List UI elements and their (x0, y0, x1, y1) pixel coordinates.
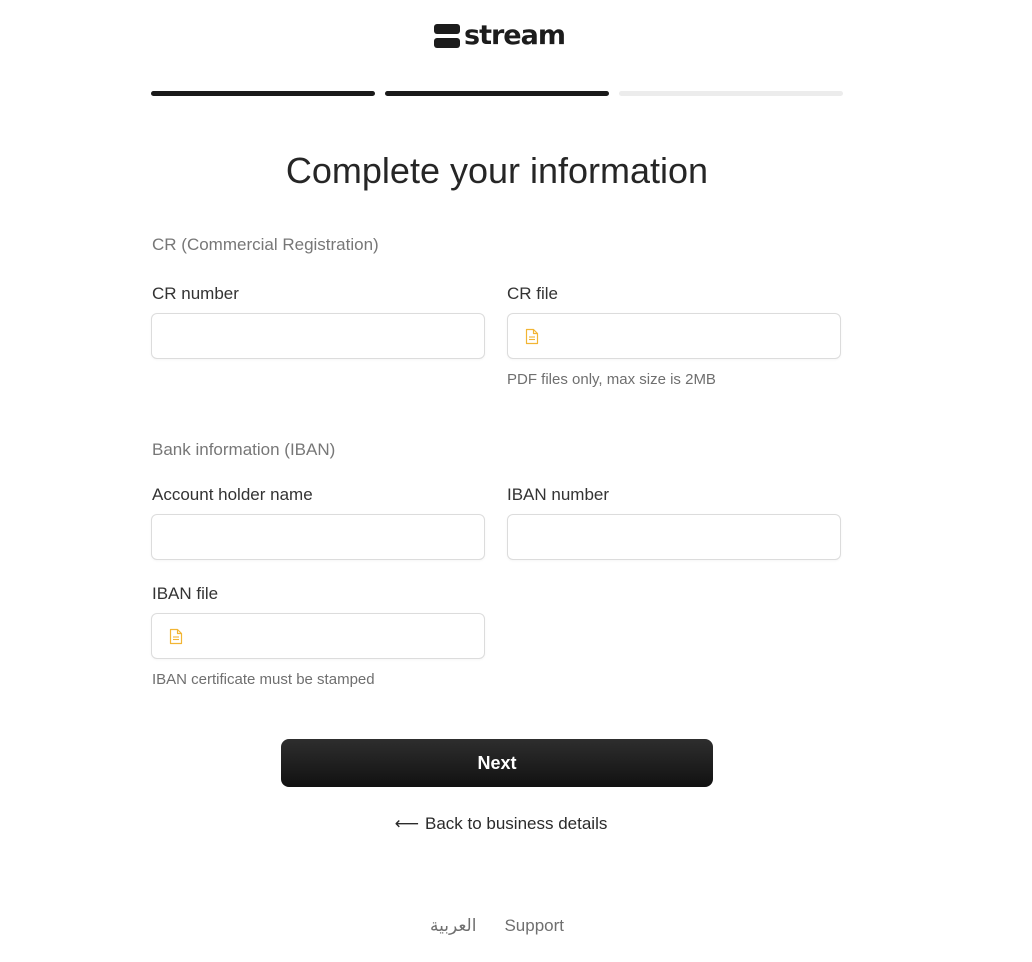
iban-number-label: IBAN number (507, 485, 610, 504)
iban-file-helper: IBAN certificate must be stamped (152, 671, 375, 688)
cr-number-label: CR number (152, 284, 239, 303)
document-icon (525, 328, 539, 344)
progress-step-3 (619, 91, 843, 96)
cr-section-heading: CR (Commercial Registration) (152, 235, 379, 254)
footer: العربية Support (0, 916, 994, 936)
cr-file-label: CR file (507, 284, 559, 303)
back-to-business-details-link[interactable]: ⟵ Back to business details (0, 814, 1002, 834)
step-progress (151, 91, 843, 96)
bank-section-heading: Bank information (IBAN) (152, 440, 336, 459)
cr-file-helper: PDF files only, max size is 2MB (507, 371, 716, 388)
stream-logo[interactable]: stream (434, 20, 566, 51)
iban-number-input[interactable] (507, 514, 841, 560)
iban-file-upload[interactable] (151, 613, 485, 659)
stream-logo-icon (434, 23, 460, 48)
language-switch-link[interactable]: العربية (430, 916, 476, 936)
page-title: Complete your information (285, 150, 709, 191)
account-holder-label: Account holder name (152, 485, 313, 504)
support-link[interactable]: Support (504, 916, 564, 936)
brand-name: stream (464, 20, 566, 51)
cr-number-input[interactable] (151, 313, 485, 359)
progress-step-2 (385, 91, 609, 96)
page: stream Complete your information CR (Com… (0, 0, 1032, 962)
iban-file-label: IBAN file (152, 584, 219, 603)
arrow-left-icon: ⟵ (394, 814, 419, 833)
back-link-label: Back to business details (424, 814, 608, 833)
next-button[interactable]: Next (281, 739, 713, 787)
account-holder-input[interactable] (151, 514, 485, 560)
cr-file-upload[interactable] (507, 313, 841, 359)
progress-step-1 (151, 91, 375, 96)
document-icon (169, 628, 183, 644)
